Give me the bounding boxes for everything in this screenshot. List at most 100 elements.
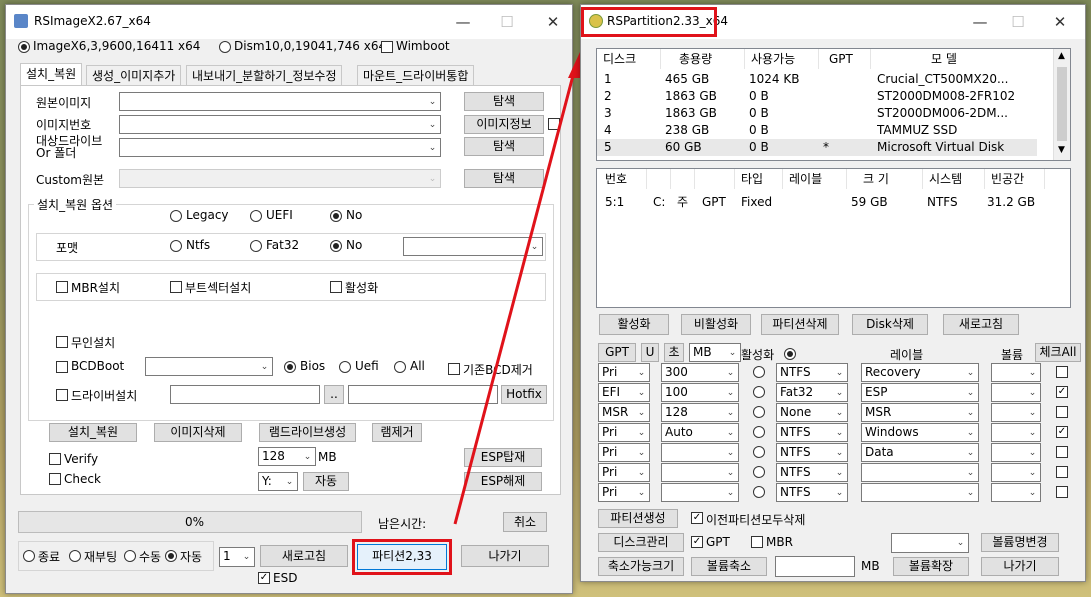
volume-letter-combo[interactable]: ⌄ <box>991 443 1041 462</box>
delete-all-prev-checkbox[interactable]: ✓ <box>691 512 703 524</box>
label-combo[interactable]: ⌄ <box>861 483 979 502</box>
label-combo[interactable]: Recovery ⌄ <box>861 363 979 382</box>
partition-row[interactable]: 5:1 C: 주 GPT Fixed 59 GB NTFS 31.2 GB <box>597 193 1057 211</box>
volume-checkbox[interactable]: ✓ <box>1056 426 1068 438</box>
activate-radio[interactable] <box>753 386 765 398</box>
disk-header-free[interactable]: 사용가능 <box>745 49 819 69</box>
activate-radio[interactable] <box>753 426 765 438</box>
volume-letter-combo[interactable]: ⌄ <box>991 463 1041 482</box>
volume-checkbox[interactable] <box>1056 466 1068 478</box>
fs-combo[interactable]: None ⌄ <box>776 403 848 422</box>
type-combo[interactable]: Pri ⌄ <box>598 423 650 442</box>
volume-checkbox[interactable]: ✓ <box>1056 386 1068 398</box>
disk-row[interactable]: 4 238 GB 0 B TAMMUZ SSD <box>597 122 1037 139</box>
volume-letter-combo[interactable]: ⌄ <box>991 383 1041 402</box>
gpt-button[interactable]: GPT <box>598 343 636 362</box>
type-combo[interactable]: EFI ⌄ <box>598 383 650 402</box>
minimize-icon[interactable]: — <box>967 11 993 33</box>
disk-list[interactable]: 디스크 총용량 사용가능 GPT 모 델 1 465 GB 1024 KB Cruci… <box>596 48 1071 161</box>
volume-letter-combo[interactable]: ⌄ <box>991 423 1041 442</box>
size-combo[interactable]: 128 ⌄ <box>661 403 739 422</box>
partition-list[interactable]: 번호 타입 레이블 크 기 시스템 빈공간 5:1 C: 주 GPT Fixed 59 G… <box>596 168 1071 308</box>
size-combo[interactable]: Auto ⌄ <box>661 423 739 442</box>
part-header-num[interactable]: 번호 <box>597 169 647 189</box>
exit-button[interactable]: 나가기 <box>981 557 1059 576</box>
part-header-type[interactable]: 타입 <box>735 169 783 189</box>
disk-header-model[interactable]: 모 델 <box>871 49 1055 69</box>
init-button[interactable]: 초 <box>664 343 684 362</box>
delete-partition-button[interactable]: 파티션삭제 <box>761 314 839 335</box>
disk-header-disk[interactable]: 디스크 <box>597 49 661 69</box>
type-combo[interactable]: Pri ⌄ <box>598 483 650 502</box>
create-partition-button[interactable]: 파티션생성 <box>598 509 678 528</box>
activate-radio[interactable] <box>753 366 765 378</box>
volume-letter-combo[interactable]: ⌄ <box>991 363 1041 382</box>
part-header-label[interactable]: 레이블 <box>783 169 847 189</box>
disk-scrollbar[interactable]: ▲ ▼ <box>1053 49 1070 160</box>
unit-combo[interactable]: MB ⌄ <box>689 343 741 362</box>
label-combo[interactable]: Data ⌄ <box>861 443 979 462</box>
type-combo[interactable]: Pri ⌄ <box>598 443 650 462</box>
label-combo[interactable]: MSR ⌄ <box>861 403 979 422</box>
part-header-main[interactable] <box>671 169 695 189</box>
activate-radio[interactable] <box>753 486 765 498</box>
extend-volume-button[interactable]: 볼륨확장 <box>893 557 969 576</box>
activate-radio[interactable] <box>753 466 765 478</box>
fs-combo[interactable]: NTFS ⌄ <box>776 483 848 502</box>
part-header-fs[interactable]: 시스템 <box>923 169 985 189</box>
scroll-down-icon[interactable]: ▼ <box>1058 145 1065 155</box>
volume-checkbox[interactable] <box>1056 486 1068 498</box>
fs-combo[interactable]: Fat32 ⌄ <box>776 383 848 402</box>
check-all-button[interactable]: 체크All <box>1035 343 1081 362</box>
close-icon[interactable]: ✕ <box>1047 11 1073 33</box>
size-combo[interactable]: ⌄ <box>661 463 739 482</box>
volume-checkbox[interactable] <box>1056 366 1068 378</box>
part-header-free[interactable]: 빈공간 <box>985 169 1045 189</box>
size-combo[interactable]: 300 ⌄ <box>661 363 739 382</box>
volume-checkbox[interactable] <box>1056 446 1068 458</box>
u-button[interactable]: U <box>641 343 659 362</box>
size-combo[interactable]: ⌄ <box>661 443 739 462</box>
disk-header-gpt[interactable]: GPT <box>819 49 871 69</box>
deactivate-button[interactable]: 비활성화 <box>681 314 751 335</box>
type-combo[interactable]: Pri ⌄ <box>598 463 650 482</box>
mbr-checkbox[interactable] <box>751 536 763 548</box>
disk-row[interactable]: 3 1863 GB 0 B ST2000DM006-2DM... <box>597 105 1037 122</box>
label-combo[interactable]: ESP ⌄ <box>861 383 979 402</box>
part-header-gpt[interactable] <box>695 169 735 189</box>
type-combo[interactable]: Pri ⌄ <box>598 363 650 382</box>
shrink-volume-button[interactable]: 볼륨축소 <box>691 557 767 576</box>
disk-management-button[interactable]: 디스크관리 <box>598 533 684 552</box>
size-combo[interactable]: 100 ⌄ <box>661 383 739 402</box>
shrink-size-input[interactable] <box>775 556 855 577</box>
volume-combo[interactable]: ⌄ <box>891 533 969 553</box>
rename-volume-button[interactable]: 볼륨명변경 <box>981 533 1059 552</box>
scroll-up-icon[interactable]: ▲ <box>1058 51 1065 61</box>
fs-combo[interactable]: NTFS ⌄ <box>776 463 848 482</box>
disk-delete-button[interactable]: Disk삭제 <box>852 314 928 335</box>
activate-button[interactable]: 활성화 <box>599 314 669 335</box>
part-header-drv[interactable] <box>647 169 671 189</box>
activate-col-radio[interactable] <box>784 348 796 360</box>
disk-header-total[interactable]: 총용량 <box>661 49 745 69</box>
size-combo[interactable]: ⌄ <box>661 483 739 502</box>
label-combo[interactable]: Windows ⌄ <box>861 423 979 442</box>
fs-combo[interactable]: NTFS ⌄ <box>776 363 848 382</box>
gpt-checkbox[interactable]: ✓ <box>691 536 703 548</box>
label-combo[interactable]: ⌄ <box>861 463 979 482</box>
activate-radio[interactable] <box>753 446 765 458</box>
volume-letter-combo[interactable]: ⌄ <box>991 403 1041 422</box>
shrinkable-size-button[interactable]: 축소가능크기 <box>598 557 684 576</box>
type-combo[interactable]: MSR ⌄ <box>598 403 650 422</box>
volume-checkbox[interactable] <box>1056 406 1068 418</box>
refresh-button[interactable]: 새로고침 <box>943 314 1019 335</box>
fs-combo[interactable]: NTFS ⌄ <box>776 443 848 462</box>
fs-combo[interactable]: NTFS ⌄ <box>776 423 848 442</box>
part-header-size[interactable]: 크 기 <box>847 169 923 189</box>
activate-radio[interactable] <box>753 406 765 418</box>
disk-row[interactable]: 1 465 GB 1024 KB Crucial_CT500MX20... <box>597 71 1037 88</box>
volume-letter-combo[interactable]: ⌄ <box>991 483 1041 502</box>
scroll-thumb[interactable] <box>1057 67 1067 141</box>
disk-row[interactable]: 5 60 GB 0 B * Microsoft Virtual Disk <box>597 139 1037 156</box>
disk-row[interactable]: 2 1863 GB 0 B ST2000DM008-2FR102 <box>597 88 1037 105</box>
